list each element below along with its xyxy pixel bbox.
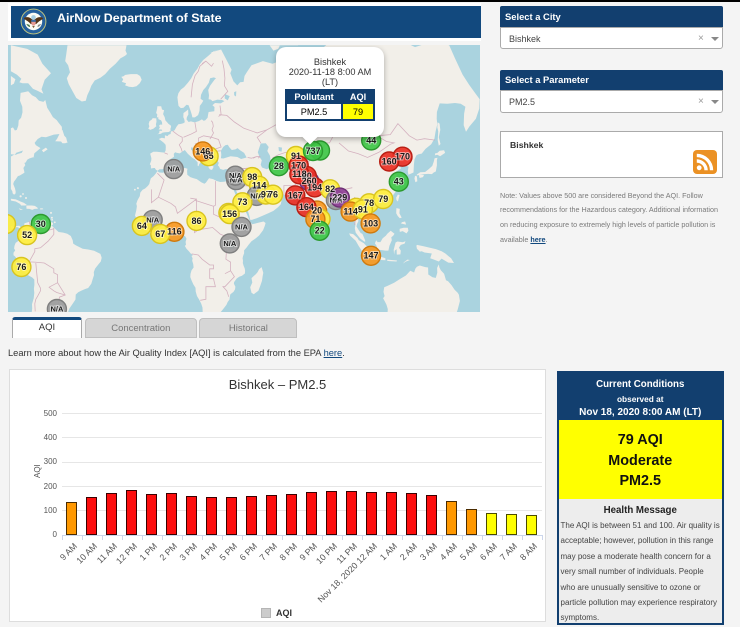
svg-text:52: 52: [22, 229, 32, 239]
svg-text:229: 229: [332, 192, 347, 202]
svg-text:164: 164: [299, 202, 314, 212]
svg-text:160: 160: [382, 156, 397, 166]
svg-text:194: 194: [307, 182, 322, 192]
svg-text:86: 86: [191, 215, 201, 225]
svg-text:116: 116: [167, 226, 182, 236]
svg-text:N/A: N/A: [50, 304, 64, 312]
svg-text:N/A: N/A: [146, 215, 160, 224]
svg-text:71: 71: [310, 214, 320, 224]
svg-text:N/A: N/A: [223, 238, 237, 247]
svg-text:22: 22: [315, 225, 325, 235]
svg-text:67: 67: [155, 228, 165, 238]
svg-text:28: 28: [274, 161, 284, 171]
svg-text:N/A: N/A: [229, 171, 243, 180]
svg-text:64: 64: [137, 220, 147, 230]
svg-text:114: 114: [343, 206, 358, 216]
svg-text:N/A: N/A: [167, 164, 181, 173]
svg-text:146: 146: [195, 146, 210, 156]
svg-text:737: 737: [305, 145, 320, 155]
svg-text:170: 170: [395, 151, 410, 161]
svg-text:91: 91: [358, 204, 368, 214]
svg-text:76: 76: [268, 189, 278, 199]
svg-text:79: 79: [378, 193, 388, 203]
svg-text:167: 167: [288, 190, 303, 200]
svg-text:147: 147: [363, 250, 378, 260]
svg-text:N/A: N/A: [235, 222, 249, 231]
svg-text:156: 156: [222, 208, 237, 218]
svg-text:76: 76: [16, 261, 26, 271]
svg-text:103: 103: [363, 218, 378, 228]
svg-text:43: 43: [394, 176, 404, 186]
svg-text:30: 30: [36, 218, 46, 228]
svg-text:73: 73: [237, 197, 247, 207]
